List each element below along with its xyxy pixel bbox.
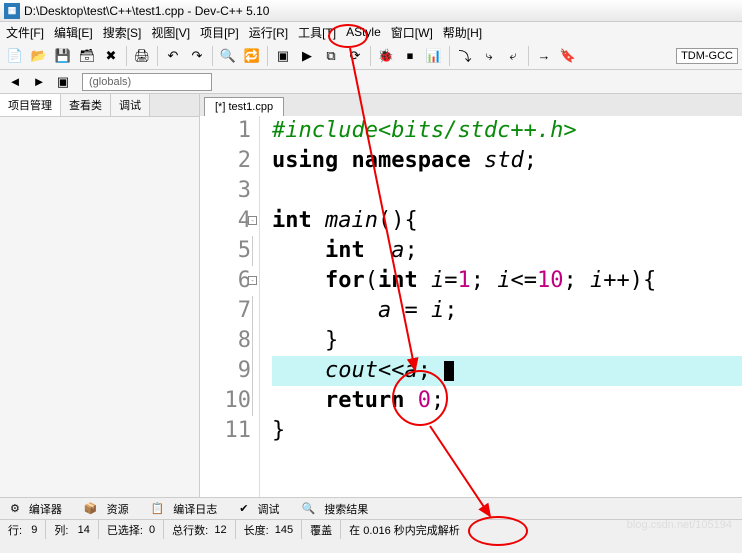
separator	[267, 46, 268, 66]
line-num: 11	[200, 416, 251, 446]
menu-run[interactable]: 运行[R]	[245, 22, 292, 43]
titlebar: ▦ D:\Desktop\test\C++\test1.cpp - Dev-C+…	[0, 0, 742, 22]
status-line: 行: 9	[0, 520, 46, 539]
line-num: 1	[200, 116, 251, 146]
find-button[interactable]: 🔍	[217, 45, 239, 67]
toggle-button[interactable]: ▣	[52, 71, 74, 93]
line-num: 5	[200, 236, 251, 266]
stop-button[interactable]: ⏹	[399, 45, 421, 67]
separator	[126, 46, 127, 66]
navbar: ◄ ► ▣ (globals)	[0, 70, 742, 94]
status-total: 总行数: 12	[164, 520, 235, 539]
menu-edit[interactable]: 编辑[E]	[50, 22, 97, 43]
separator	[157, 46, 158, 66]
tab-log[interactable]: 📋 编译日志	[145, 497, 230, 521]
line-num: 8	[200, 326, 251, 356]
undo-button[interactable]: ↶	[162, 45, 184, 67]
source[interactable]: #include<bits/stdc++.h> using namespace …	[260, 116, 742, 497]
editor-tabs: [*] test1.cpp	[200, 94, 742, 116]
step-into-button[interactable]: ⤷	[478, 45, 500, 67]
print-button[interactable]: 🖨	[131, 45, 153, 67]
profile-button[interactable]: 📊	[423, 45, 445, 67]
compiler-select[interactable]: TDM-GCC	[676, 48, 738, 64]
step-out-button[interactable]: ⤶	[502, 45, 524, 67]
line-num: 9	[200, 356, 251, 386]
run-button[interactable]: ▶	[296, 45, 318, 67]
close-button[interactable]: ✖	[100, 45, 122, 67]
rebuild-button[interactable]: ⟳	[344, 45, 366, 67]
menu-astyle[interactable]: AStyle	[342, 23, 385, 41]
tab-project[interactable]: 项目管理	[0, 94, 61, 116]
redo-button[interactable]: ↷	[186, 45, 208, 67]
line-num: 10	[200, 386, 251, 416]
menu-search[interactable]: 搜索[S]	[99, 22, 146, 43]
file-tab[interactable]: [*] test1.cpp	[204, 97, 284, 116]
status-len: 长度: 145	[236, 520, 303, 539]
line-num: 2	[200, 146, 251, 176]
menubar: 文件[F] 编辑[E] 搜索[S] 视图[V] 项目[P] 运行[R] 工具[T…	[0, 22, 742, 42]
menu-project[interactable]: 项目[P]	[196, 22, 243, 43]
menu-help[interactable]: 帮助[H]	[439, 22, 486, 43]
toolbar: 📄 📂 💾 🗃 ✖ 🖨 ↶ ↷ 🔍 🔁 ▣ ▶ ⧉ ⟳ 🐞 ⏹ 📊 ⤵ ⤷ ⤶ …	[0, 42, 742, 70]
menu-view[interactable]: 视图[V]	[147, 22, 194, 43]
line-num: 4-	[200, 206, 251, 236]
main-area: 项目管理 查看类 调试 [*] test1.cpp 1 2 3 4- 5 6- …	[0, 94, 742, 497]
menu-tools[interactable]: 工具[T]	[294, 22, 340, 43]
editor: [*] test1.cpp 1 2 3 4- 5 6- 7 8 9 10 11 …	[200, 94, 742, 497]
fold-icon[interactable]: -	[248, 216, 257, 225]
menu-window[interactable]: 窗口[W]	[387, 22, 437, 43]
save-all-button[interactable]: 🗃	[76, 45, 98, 67]
sidebar: 项目管理 查看类 调试	[0, 94, 200, 497]
scope-select[interactable]: (globals)	[82, 73, 212, 91]
forward-button[interactable]: ►	[28, 71, 50, 93]
goto-button[interactable]: →	[533, 45, 555, 67]
status-mode: 覆盖	[302, 520, 341, 539]
watermark: blog.csdn.net/105194	[627, 519, 732, 531]
window-title: D:\Desktop\test\C++\test1.cpp - Dev-C++ …	[24, 4, 269, 18]
bookmark-button[interactable]: 🔖	[557, 45, 579, 67]
app-icon: ▦	[4, 3, 20, 19]
save-button[interactable]: 💾	[52, 45, 74, 67]
status-col: 列: 14	[46, 520, 98, 539]
sidebar-tabs: 项目管理 查看类 调试	[0, 94, 199, 117]
replace-button[interactable]: 🔁	[241, 45, 263, 67]
gutter: 1 2 3 4- 5 6- 7 8 9 10 11	[200, 116, 260, 497]
tab-debug-out[interactable]: ✔ 调试	[233, 497, 291, 521]
cursor	[444, 361, 454, 381]
fold-icon[interactable]: -	[248, 276, 257, 285]
line-num: 7	[200, 296, 251, 326]
menu-file[interactable]: 文件[F]	[2, 22, 48, 43]
code-area[interactable]: 1 2 3 4- 5 6- 7 8 9 10 11 #include<bits/…	[200, 116, 742, 497]
tab-resources[interactable]: 📦 资源	[78, 497, 141, 521]
tab-search-results[interactable]: 🔍 搜索结果	[296, 497, 381, 521]
output-tabs: ⚙ 编译器 📦 资源 📋 编译日志 ✔ 调试 🔍 搜索结果	[0, 497, 742, 519]
back-button[interactable]: ◄	[4, 71, 26, 93]
step-over-button[interactable]: ⤵	[454, 45, 476, 67]
line-num: 3	[200, 176, 251, 206]
separator	[212, 46, 213, 66]
new-file-button[interactable]: 📄	[4, 45, 26, 67]
compile-button[interactable]: ▣	[272, 45, 294, 67]
separator	[449, 46, 450, 66]
line-num: 6-	[200, 266, 251, 296]
separator	[370, 46, 371, 66]
open-button[interactable]: 📂	[28, 45, 50, 67]
tab-debug[interactable]: 调试	[111, 94, 150, 116]
tab-compiler[interactable]: ⚙ 编译器	[4, 497, 74, 521]
status-sel: 已选择: 0	[99, 520, 164, 539]
separator	[528, 46, 529, 66]
tab-classes[interactable]: 查看类	[61, 94, 111, 116]
debug-button[interactable]: 🐞	[375, 45, 397, 67]
status-parse: 在 0.016 秒内完成解析	[341, 520, 468, 539]
compile-run-button[interactable]: ⧉	[320, 45, 342, 67]
